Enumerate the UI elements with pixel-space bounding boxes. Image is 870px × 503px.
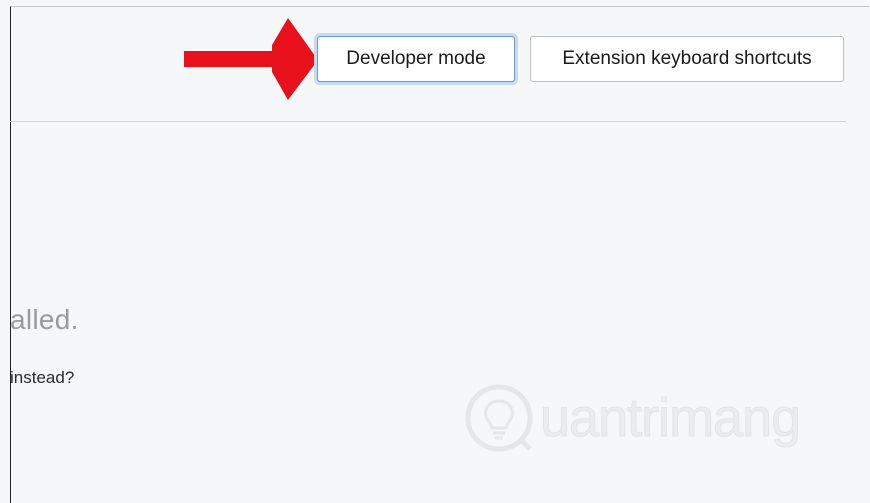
header-divider [10,121,846,122]
empty-state-heading: alled. [10,304,79,335]
watermark-logo: uantrimang [464,378,802,458]
red-arrow-annotation [184,18,318,100]
lightbulb-icon [465,384,533,452]
extension-keyboard-shortcuts-button[interactable]: Extension keyboard shortcuts [530,36,844,82]
watermark-text: uantrimang [539,388,801,449]
developer-mode-button[interactable]: Developer mode [317,36,515,82]
empty-state-subtext: instead? [10,368,75,387]
